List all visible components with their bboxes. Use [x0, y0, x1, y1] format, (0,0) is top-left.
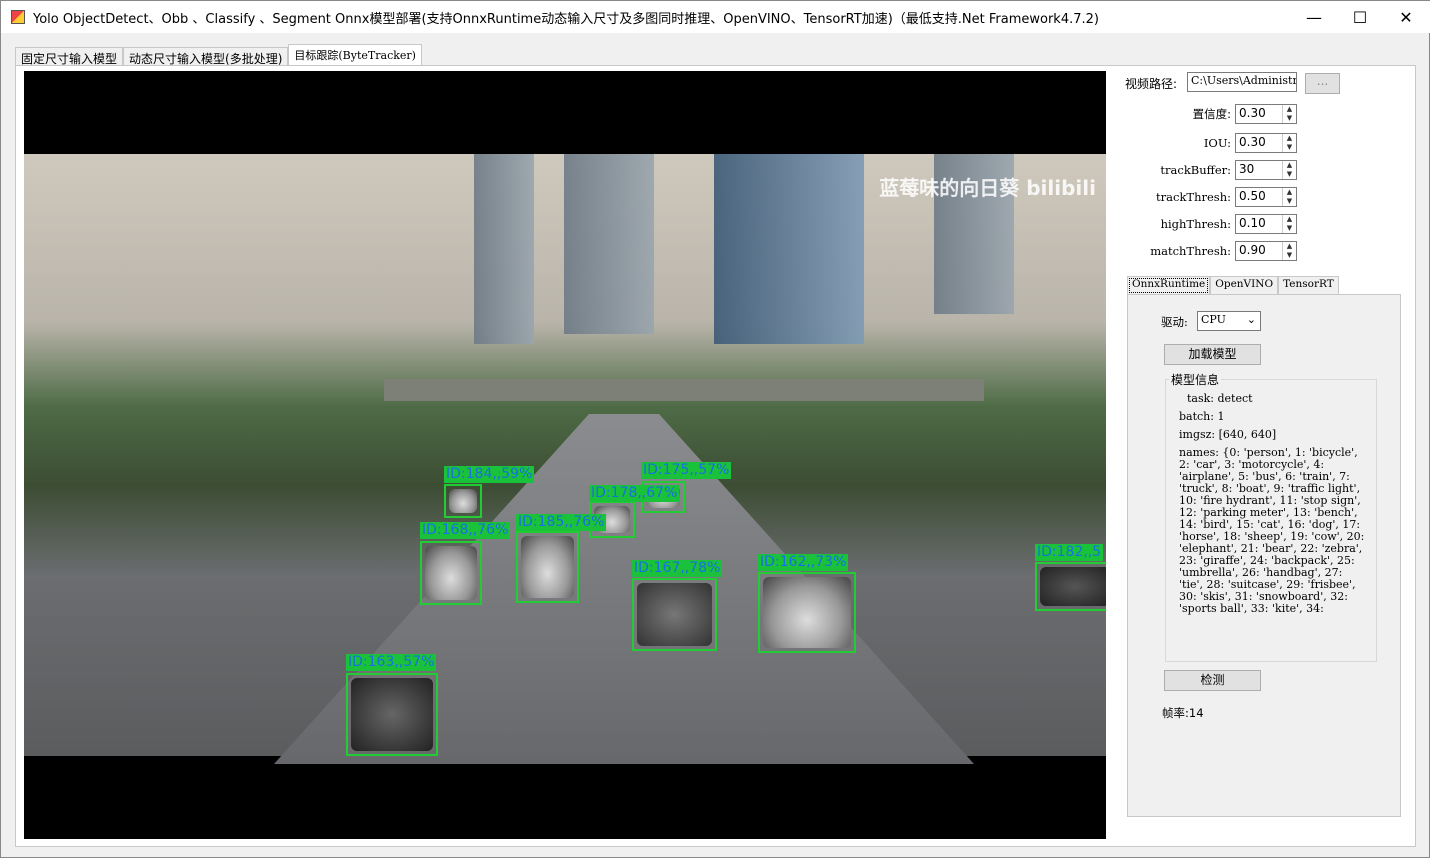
- detection-label: ID:163,,57%: [346, 654, 437, 671]
- fps-label: 帧率:14: [1162, 706, 1204, 720]
- minimize-button[interactable]: —: [1291, 1, 1337, 33]
- spin-buttons[interactable]: ▲ ▼: [1282, 188, 1296, 206]
- window-title: Yolo ObjectDetect、Obb 、Classify 、Segment…: [33, 11, 1099, 27]
- detection-box: [444, 484, 482, 518]
- detection-box: [516, 531, 579, 603]
- spin-buttons[interactable]: ▲ ▼: [1282, 242, 1296, 260]
- match-thresh-label: matchThresh:: [1150, 244, 1231, 258]
- model-info-title: 模型信息: [1169, 371, 1222, 388]
- track-thresh-label: trackThresh:: [1156, 190, 1231, 204]
- detection-label: ID:175,,57%: [641, 462, 732, 479]
- model-batch: batch: 1: [1179, 410, 1225, 423]
- match-thresh-input[interactable]: 0.90 ▲ ▼: [1235, 241, 1297, 261]
- confidence-input[interactable]: 0.30 ▲ ▼: [1235, 104, 1297, 124]
- detection-label: ID:178,,67%: [589, 485, 680, 502]
- detection-box: [632, 578, 717, 651]
- detection-box: [1035, 562, 1106, 611]
- detection-label: ID:182,,5: [1035, 544, 1104, 561]
- tab-dynamic-size[interactable]: 动态尺寸输入模型(多批处理): [123, 47, 289, 67]
- load-model-button[interactable]: 加载模型: [1164, 344, 1261, 365]
- track-thresh-input[interactable]: 0.50 ▲ ▼: [1235, 187, 1297, 207]
- detection-label: ID:184,,59%: [444, 466, 535, 483]
- high-thresh-label: highThresh:: [1160, 217, 1231, 231]
- spin-buttons[interactable]: ▲ ▼: [1282, 134, 1296, 152]
- detection-box: [420, 541, 482, 605]
- engine-tabs: OnnxRuntime OpenVINO TensorRT: [1127, 276, 1339, 295]
- tab-onnxruntime[interactable]: OnnxRuntime: [1127, 276, 1211, 295]
- title-bar: Yolo ObjectDetect、Obb 、Classify 、Segment…: [1, 1, 1430, 33]
- video-path-input[interactable]: C:\Users\Administr: [1187, 72, 1297, 92]
- model-imgsz: imgsz: [640, 640]: [1179, 428, 1277, 441]
- model-info-text: task: detect batch: 1 imgsz: [640, 640] …: [1179, 393, 1369, 657]
- detection-label: ID:185,,76%: [516, 514, 607, 531]
- tab-openvino[interactable]: OpenVINO: [1210, 276, 1279, 294]
- spin-buttons[interactable]: ▲ ▼: [1282, 215, 1296, 233]
- detection-box: [346, 673, 438, 756]
- video-path-label: 视频路径:: [1125, 77, 1178, 91]
- detection-label: ID:162,,73%: [758, 554, 849, 571]
- iou-input[interactable]: 0.30 ▲ ▼: [1235, 133, 1297, 153]
- detection-label: ID:168,,76%: [420, 522, 511, 539]
- track-buffer-label: trackBuffer:: [1160, 163, 1231, 177]
- detect-button[interactable]: 检测: [1164, 670, 1261, 691]
- app-icon: [11, 10, 25, 24]
- detection-label: ID:167,,78%: [632, 560, 723, 577]
- high-thresh-input[interactable]: 0.10 ▲ ▼: [1235, 214, 1297, 234]
- close-button[interactable]: ✕: [1383, 1, 1429, 33]
- chevron-down-icon: ⌄: [1246, 313, 1256, 326]
- spin-buttons[interactable]: ▲ ▼: [1282, 105, 1296, 123]
- browse-button[interactable]: ...: [1305, 73, 1340, 94]
- tab-tracking[interactable]: 目标跟踪(ByteTracker): [288, 44, 422, 67]
- iou-label: IOU:: [1203, 136, 1231, 150]
- tab-fixed-size[interactable]: 固定尺寸输入模型: [15, 47, 124, 67]
- video-watermark: 蓝莓味的向日葵 bilibili: [879, 176, 1096, 200]
- track-buffer-input[interactable]: 30 ▲ ▼: [1235, 160, 1297, 180]
- spin-buttons[interactable]: ▲ ▼: [1282, 161, 1296, 179]
- confidence-label: 置信度:: [1192, 107, 1231, 121]
- main-tabs: 固定尺寸输入模型 动态尺寸输入模型(多批处理) 目标跟踪(ByteTracker…: [15, 44, 422, 67]
- video-frame: 蓝莓味的向日葵 bilibili: [24, 154, 1106, 764]
- tab-tensorrt[interactable]: TensorRT: [1278, 276, 1339, 294]
- model-names: names: {0: 'person', 1: 'bicycle', 2: 'c…: [1179, 447, 1365, 615]
- detection-box: [758, 572, 856, 653]
- maximize-button[interactable]: ☐: [1337, 1, 1383, 33]
- video-display: 蓝莓味的向日葵 bilibili ID:184,,59% ID:175,,57%…: [24, 71, 1106, 839]
- driver-label: 驱动:: [1161, 315, 1188, 329]
- driver-select[interactable]: CPU ⌄: [1197, 311, 1261, 331]
- model-task: task: detect: [1187, 392, 1253, 405]
